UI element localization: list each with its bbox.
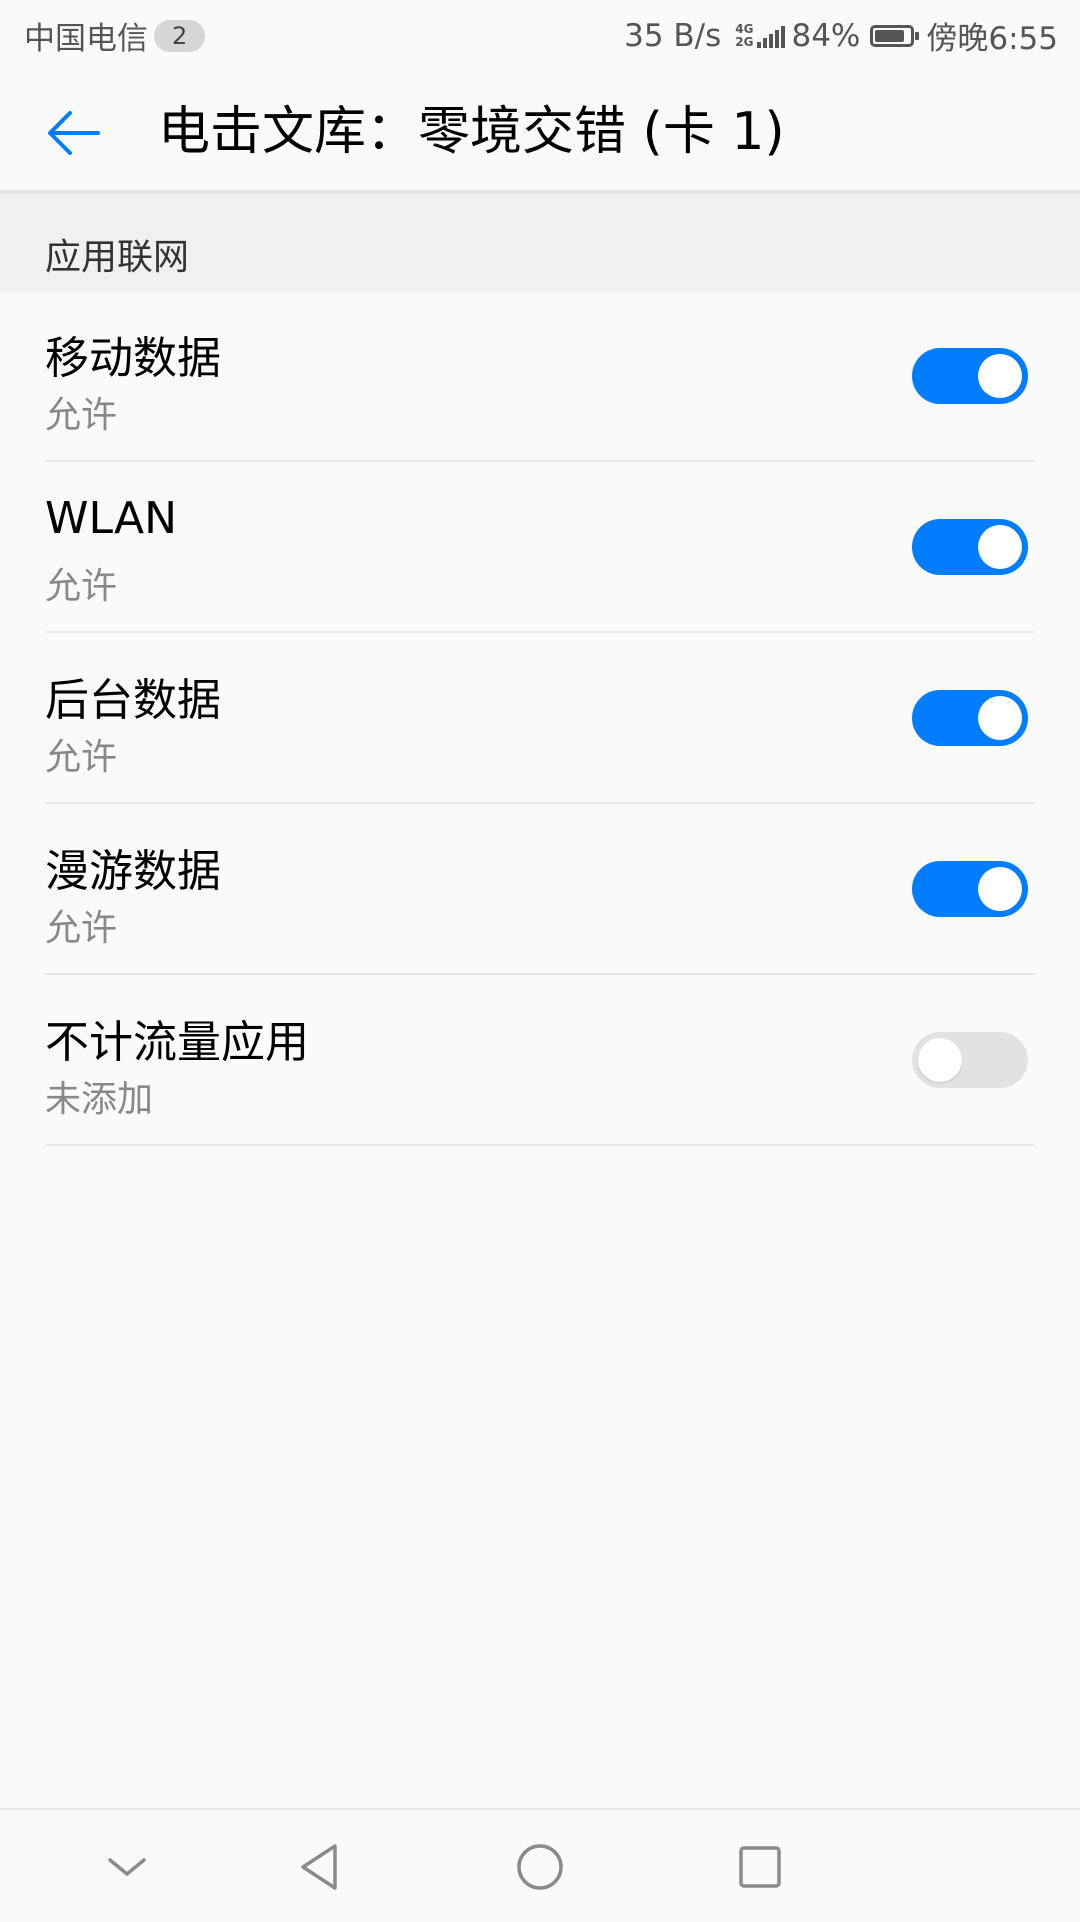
divider: [45, 973, 1035, 975]
divider: [45, 631, 1035, 633]
setting-title: 移动数据: [45, 333, 221, 384]
setting-row-unmetered-apps[interactable]: 不计流量应用 未添加: [0, 976, 1080, 1146]
chevron-down-icon: [108, 1858, 146, 1876]
back-triangle-icon: [301, 1844, 337, 1890]
sim-badge: 2: [154, 19, 206, 52]
setting-row-wlan[interactable]: WLAN 允许: [0, 463, 1080, 633]
carrier-name: 中国电信: [24, 21, 148, 57]
background-data-toggle[interactable]: [912, 690, 1028, 746]
network-type-top: 4G: [735, 21, 754, 36]
hide-nav-button[interactable]: [92, 1832, 162, 1902]
back-button[interactable]: [40, 98, 110, 168]
setting-title: WLAN: [45, 493, 178, 544]
setting-title: 漫游数据: [45, 846, 221, 897]
mobile-data-toggle[interactable]: [912, 348, 1028, 404]
page-title: 电击文库：零境交错 (卡 1): [158, 102, 785, 162]
unmetered-apps-toggle[interactable]: [912, 1032, 1028, 1088]
network-type-bottom: 2G: [735, 34, 754, 49]
setting-row-roaming-data[interactable]: 漫游数据 允许: [0, 805, 1080, 975]
roaming-data-toggle[interactable]: [912, 861, 1028, 917]
toggle-knob: [978, 867, 1022, 911]
toggle-knob: [918, 1038, 962, 1082]
setting-title: 不计流量应用: [45, 1017, 309, 1068]
recents-square-icon: [739, 1846, 781, 1888]
arrow-left-icon: [48, 111, 100, 155]
toggle-knob: [978, 696, 1022, 740]
toggle-knob: [978, 354, 1022, 398]
nav-back-button[interactable]: [285, 1832, 355, 1902]
divider: [45, 802, 1035, 804]
setting-row-mobile-data[interactable]: 移动数据 允许: [0, 292, 1080, 462]
navigation-bar: [0, 1808, 1080, 1922]
section-title: 应用联网: [45, 237, 190, 278]
signal-icon: [755, 24, 786, 48]
network-type-icon: 4G 2G: [735, 21, 754, 49]
setting-subtitle: 允许: [45, 737, 118, 778]
battery-fill: [875, 29, 905, 42]
divider: [45, 1144, 1035, 1146]
home-circle-icon: [517, 1844, 563, 1890]
status-right: 35 B/s 4G 2G 84% 傍晚6:55: [624, 13, 1058, 58]
title-bar: 电击文库：零境交错 (卡 1): [0, 66, 1080, 194]
battery-icon: [870, 24, 920, 47]
battery-percent: 84%: [791, 17, 861, 54]
setting-title: 后台数据: [45, 675, 221, 726]
divider: [45, 460, 1035, 462]
setting-subtitle: 允许: [45, 566, 118, 607]
setting-subtitle: 未添加: [45, 1079, 154, 1120]
toggle-knob: [978, 525, 1022, 569]
wlan-toggle[interactable]: [912, 519, 1028, 575]
section-header: 应用联网: [0, 194, 1080, 292]
status-bar: 中国电信 2 35 B/s 4G 2G 84% 傍晚6:55: [0, 0, 1080, 66]
status-left: 中国电信 2: [24, 13, 206, 58]
setting-row-background-data[interactable]: 后台数据 允许: [0, 634, 1080, 804]
nav-recents-button[interactable]: [725, 1832, 795, 1902]
clock: 傍晚6:55: [926, 21, 1058, 57]
nav-home-button[interactable]: [505, 1832, 575, 1902]
setting-subtitle: 允许: [45, 395, 118, 436]
setting-subtitle: 允许: [45, 908, 118, 949]
net-speed: 35 B/s: [624, 17, 722, 54]
